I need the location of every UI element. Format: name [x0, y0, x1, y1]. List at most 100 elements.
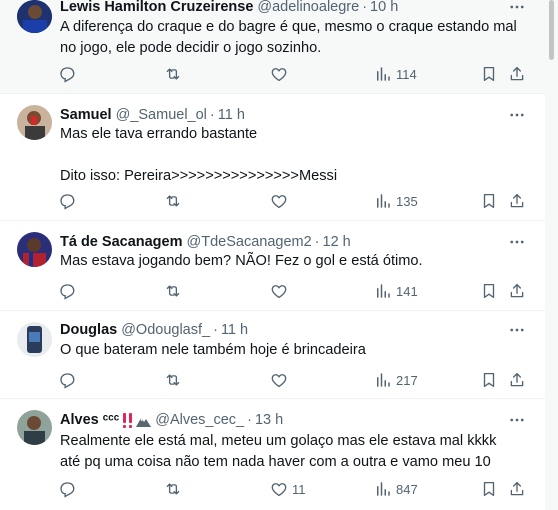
avatar[interactable] [17, 232, 52, 267]
bookmark-button[interactable] [480, 370, 498, 390]
reply-button[interactable] [58, 191, 76, 211]
like-button[interactable]: 11 [270, 479, 306, 499]
heart-icon [271, 285, 287, 299]
bookmark-button[interactable] [480, 64, 498, 84]
author-handle[interactable]: @Alves_cec_ [155, 412, 244, 428]
reply-icon [60, 67, 75, 83]
view-count: 217 [396, 372, 418, 388]
like-button[interactable] [270, 191, 292, 211]
separator-dot: · [213, 322, 218, 338]
bookmark-icon [483, 372, 495, 388]
reply-button[interactable] [58, 281, 76, 301]
tweet-text: O que bateram nele também hoje é brincad… [60, 342, 366, 358]
share-button[interactable] [508, 281, 526, 301]
bookmark-button[interactable] [480, 479, 498, 499]
heart-icon [271, 195, 287, 209]
author-name[interactable]: Alves ᶜᶜᶜ [60, 412, 119, 428]
author-name[interactable]: Lewis Hamilton Cruzeirense [60, 0, 253, 15]
more-icon[interactable] [508, 321, 526, 339]
author-handle[interactable]: @Odouglasf_ [121, 322, 210, 338]
emoji-badges [122, 412, 152, 428]
timestamp[interactable]: 13 h [255, 412, 283, 428]
author-handle[interactable]: @TdeSacanagem2 [187, 234, 312, 250]
like-count: 11 [292, 481, 306, 497]
scrollbar-track[interactable] [545, 0, 558, 510]
avatar[interactable] [17, 410, 52, 445]
share-button[interactable] [508, 64, 526, 84]
views-button[interactable]: 135 [374, 191, 418, 211]
heart-icon [271, 374, 287, 388]
views-icon [377, 482, 390, 496]
timestamp[interactable]: 12 h [323, 234, 351, 250]
reply-button[interactable] [58, 370, 76, 390]
share-button[interactable] [508, 370, 526, 390]
like-button[interactable] [270, 64, 292, 84]
author-name[interactable]: Samuel [60, 107, 112, 123]
views-button[interactable]: 114 [374, 64, 417, 84]
timestamp[interactable]: 11 h [218, 107, 245, 123]
tweet-5[interactable]: Alves ᶜᶜᶜ @Alves_cec_ · 13 h Realmente e… [0, 399, 545, 510]
bookmark-icon [483, 481, 495, 497]
double-exclamation-icon [123, 412, 133, 428]
mountain-icon [136, 417, 152, 427]
repost-icon [166, 483, 180, 495]
repost-button[interactable] [164, 479, 182, 499]
bookmark-button[interactable] [480, 281, 498, 301]
tweet-2[interactable]: Samuel @_Samuel_ol · 11 h Mas ele tava e… [0, 94, 545, 221]
share-button[interactable] [508, 191, 526, 211]
repost-button[interactable] [164, 64, 182, 84]
tweet-3[interactable]: Tá de Sacanagem @TdeSacanagem2 · 12 h Ma… [0, 221, 545, 311]
views-button[interactable]: 217 [374, 370, 418, 390]
tweet-text: Realmente ele está mal, meteu um golaço … [60, 433, 501, 470]
views-button[interactable]: 847 [374, 479, 418, 499]
reply-button[interactable] [58, 479, 76, 499]
repost-icon [166, 285, 180, 297]
timestamp[interactable]: 10 h [370, 0, 398, 15]
reply-icon [60, 373, 75, 389]
tweet-header: Douglas @Odouglasf_ · 11 h [60, 320, 248, 340]
tweet-text: A diferença do craque e do bagre é que, … [60, 19, 521, 56]
reply-icon [60, 482, 75, 498]
tweet-1[interactable]: Lewis Hamilton Cruzeirense @adelinoalegr… [0, 0, 545, 94]
repost-button[interactable] [164, 191, 182, 211]
scrollbar-thumb[interactable] [549, 0, 554, 60]
repost-button[interactable] [164, 281, 182, 301]
author-name[interactable]: Douglas [60, 322, 117, 338]
separator-dot: · [362, 0, 368, 15]
reply-icon [60, 194, 75, 210]
reply-button[interactable] [58, 64, 76, 84]
tweet-header: Alves ᶜᶜᶜ @Alves_cec_ · 13 h [60, 410, 283, 430]
avatar[interactable] [17, 322, 52, 357]
bookmark-button[interactable] [480, 191, 498, 211]
repost-icon [166, 68, 180, 80]
share-icon [510, 193, 524, 208]
tweet-header: Samuel @_Samuel_ol · 11 h [60, 105, 245, 125]
like-button[interactable] [270, 370, 292, 390]
share-icon [510, 481, 524, 496]
more-icon[interactable] [508, 0, 526, 16]
author-name[interactable]: Tá de Sacanagem [60, 234, 183, 250]
more-icon[interactable] [508, 106, 526, 124]
tweet-header: Tá de Sacanagem @TdeSacanagem2 · 12 h [60, 232, 351, 252]
more-icon[interactable] [508, 411, 526, 429]
avatar[interactable] [17, 0, 52, 33]
author-handle[interactable]: @_Samuel_ol [116, 107, 207, 123]
bookmark-icon [483, 283, 495, 299]
tweet-4[interactable]: Douglas @Odouglasf_ · 11 h O que bateram… [0, 311, 545, 399]
timestamp[interactable]: 11 h [221, 322, 248, 338]
more-icon[interactable] [508, 233, 526, 251]
tweet-header: Lewis Hamilton Cruzeirense @adelinoalegr… [60, 0, 398, 17]
view-count: 114 [396, 66, 417, 82]
share-icon [510, 66, 524, 81]
separator-dot: · [314, 234, 320, 250]
like-button[interactable] [270, 281, 292, 301]
repost-button[interactable] [164, 370, 182, 390]
author-handle[interactable]: @adelinoalegre [257, 0, 359, 15]
separator-dot: · [247, 412, 252, 428]
views-icon [377, 373, 390, 387]
share-button[interactable] [508, 479, 526, 499]
views-button[interactable]: 141 [374, 281, 418, 301]
avatar[interactable] [17, 105, 52, 140]
replies-feed: Lewis Hamilton Cruzeirense @adelinoalegr… [0, 0, 545, 510]
reply-icon [60, 284, 75, 300]
